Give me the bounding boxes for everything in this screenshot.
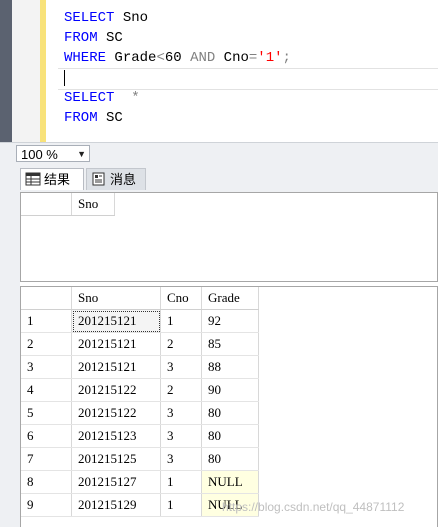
row-number[interactable]: 5 <box>21 401 72 425</box>
table-row[interactable]: 5 201215122 3 80 <box>21 401 259 425</box>
cell-cno[interactable]: 1 <box>160 470 202 494</box>
zoom-dropdown[interactable]: 100 % ▼ <box>16 145 90 162</box>
cell-sno[interactable]: 201215129 <box>71 493 161 517</box>
keyword: FROM <box>64 30 98 46</box>
semicolon: ; <box>282 50 291 66</box>
cell-grade[interactable]: 92 <box>201 309 259 333</box>
keyword: FROM <box>64 110 98 126</box>
cell-sno[interactable]: 201215122 <box>71 378 161 402</box>
change-tracking-bar <box>40 0 46 142</box>
identifier: Cno <box>215 50 249 66</box>
code-line-3[interactable]: WHERE Grade<60 AND Cno='1'; <box>64 48 291 68</box>
current-line-highlight <box>58 68 438 90</box>
cell-grade[interactable]: 90 <box>201 378 259 402</box>
cell-cno[interactable]: 3 <box>160 447 202 471</box>
code-line-2[interactable]: FROM SC <box>64 28 123 48</box>
results-tab-bar: 结果 消息 <box>0 164 438 192</box>
zoom-bar: 100 % ▼ <box>0 142 438 165</box>
string-literal: '1' <box>257 50 283 66</box>
row-number[interactable]: 7 <box>21 447 72 471</box>
cell-cno[interactable]: 1 <box>160 309 202 333</box>
code-line-5[interactable]: SELECT * <box>64 88 140 108</box>
cell-sno[interactable]: 201215127 <box>71 470 161 494</box>
cell-sno[interactable]: 201215121 <box>71 355 161 379</box>
sql-editor[interactable]: SELECT Sno FROM SC WHERE Grade<60 AND Cn… <box>0 0 438 142</box>
result-grid-2[interactable]: Sno Cno Grade 1 201215121 1 92 2 2012151… <box>20 286 438 527</box>
cell-sno[interactable]: 201215122 <box>71 401 161 425</box>
result-table-1: Sno <box>21 193 115 216</box>
cell-sno[interactable]: 201215121 <box>71 309 161 333</box>
operator: * <box>131 90 140 106</box>
keyword: SELECT <box>64 90 115 106</box>
cell-grade[interactable]: 80 <box>201 424 259 448</box>
column-header-sno[interactable]: Sno <box>71 193 115 216</box>
column-header-grade[interactable]: Grade <box>201 287 259 310</box>
cell-sno[interactable]: 201215125 <box>71 447 161 471</box>
cell-sno[interactable]: 201215121 <box>71 332 161 356</box>
column-header-sno[interactable]: Sno <box>71 287 161 310</box>
cell-cno[interactable]: 2 <box>160 378 202 402</box>
identifier: Grade <box>106 50 157 66</box>
table-row[interactable]: 8 201215127 1 NULL <box>21 470 259 494</box>
watermark: https://blog.csdn.net/qq_44871112 <box>222 500 405 514</box>
cell-grade[interactable]: 80 <box>201 401 259 425</box>
results-left-strip <box>0 192 20 527</box>
identifier: SC <box>97 30 123 46</box>
keyword: SELECT <box>64 10 115 26</box>
table-row[interactable]: 7 201215125 3 80 <box>21 447 259 471</box>
table-row[interactable]: 1 201215121 1 92 <box>21 309 259 333</box>
row-number[interactable]: 4 <box>21 378 72 402</box>
cell-grade[interactable]: 80 <box>201 447 259 471</box>
operator: AND <box>190 50 216 66</box>
code-line-1[interactable]: SELECT Sno <box>64 8 148 28</box>
editor-gutter <box>12 0 40 142</box>
tab-results[interactable]: 结果 <box>20 168 84 190</box>
cell-sno[interactable]: 201215123 <box>71 424 161 448</box>
identifier: Sno <box>114 10 149 26</box>
cell-grade-null[interactable]: NULL <box>201 470 259 494</box>
tab-results-label: 结果 <box>44 172 71 187</box>
grid-icon <box>25 172 41 186</box>
editor-margin <box>0 0 12 142</box>
row-number[interactable]: 9 <box>21 493 72 517</box>
row-number[interactable]: 6 <box>21 424 72 448</box>
row-number-header <box>21 193 72 216</box>
tab-messages-label: 消息 <box>110 172 137 187</box>
row-number-header <box>21 287 72 310</box>
result-grid-1[interactable]: Sno <box>20 192 438 282</box>
chevron-down-icon[interactable]: ▼ <box>77 146 86 163</box>
keyword: WHERE <box>64 50 107 66</box>
column-header-cno[interactable]: Cno <box>160 287 202 310</box>
row-number[interactable]: 3 <box>21 355 72 379</box>
table-row[interactable]: 4 201215122 2 90 <box>21 378 259 402</box>
cell-cno[interactable]: 3 <box>160 401 202 425</box>
cell-cno[interactable]: 3 <box>160 355 202 379</box>
row-number[interactable]: 2 <box>21 332 72 356</box>
zoom-value: 100 % <box>21 147 58 162</box>
header-row: Sno <box>21 193 115 216</box>
header-row: Sno Cno Grade <box>21 287 259 310</box>
number-literal: 60 <box>164 50 191 66</box>
message-icon <box>92 172 105 186</box>
cell-grade[interactable]: 88 <box>201 355 259 379</box>
cell-cno[interactable]: 1 <box>160 493 202 517</box>
table-row[interactable]: 6 201215123 3 80 <box>21 424 259 448</box>
row-number[interactable]: 8 <box>21 470 72 494</box>
table-row[interactable]: 3 201215121 3 88 <box>21 355 259 379</box>
text-caret <box>64 70 65 86</box>
cell-grade[interactable]: 85 <box>201 332 259 356</box>
result-table-2: Sno Cno Grade 1 201215121 1 92 2 2012151… <box>21 287 259 517</box>
code-line-6[interactable]: FROM SC <box>64 108 123 128</box>
tab-messages[interactable]: 消息 <box>86 168 146 190</box>
row-number[interactable]: 1 <box>21 309 72 333</box>
identifier: SC <box>97 110 123 126</box>
table-row[interactable]: 2 201215121 2 85 <box>21 332 259 356</box>
cell-cno[interactable]: 2 <box>160 332 202 356</box>
cell-cno[interactable]: 3 <box>160 424 202 448</box>
operator: < <box>156 50 165 66</box>
